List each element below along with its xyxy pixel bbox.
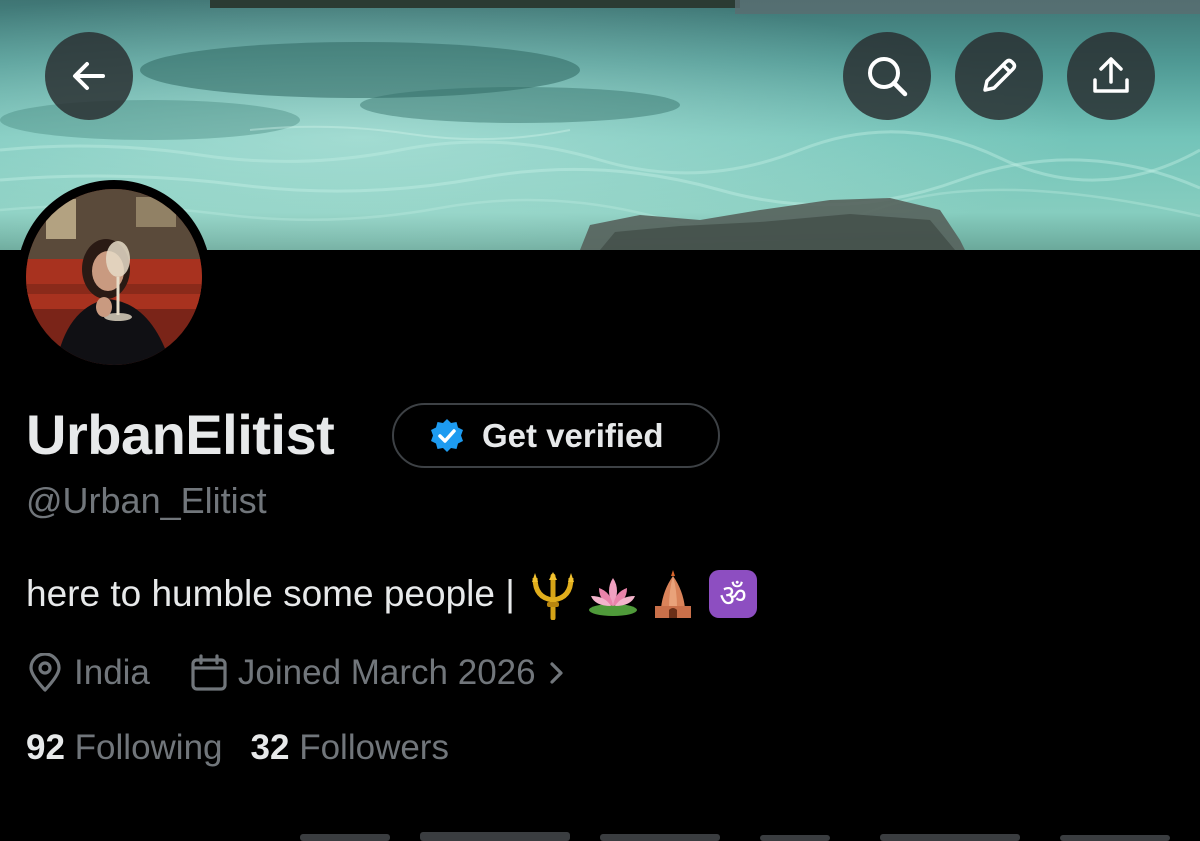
followers-link[interactable]: 32 Followers [251,728,449,768]
following-count: 92 [26,728,65,767]
chevron-right-icon [550,662,563,684]
followers-count: 32 [250,728,290,767]
follow-stats: 92 Following 32 Followers [26,728,449,768]
following-link[interactable]: 92 Following [26,728,223,768]
profile-page: UrbanElitist Get verified @Urban_Elitist… [0,0,1200,841]
edit-button[interactable] [955,32,1043,120]
bio-text: here to humble some people | [26,573,515,614]
location: India [26,653,150,693]
joined-date[interactable]: Joined March 2026 [190,653,568,693]
pencil-icon [983,58,1017,92]
search-button[interactable] [843,32,931,120]
cut-off-content [0,826,1200,841]
avatar[interactable] [17,180,211,374]
search-icon [868,57,908,97]
lotus-emoji-icon [588,578,637,616]
get-verified-button[interactable]: Get verified [392,403,720,468]
get-verified-label: Get verified [482,416,664,454]
joined-text: Joined March 2026 [237,653,536,692]
calendar-icon [191,654,227,691]
svg-text:ॐ: ॐ [719,579,746,614]
profile-meta: India Joined March 2026 [26,648,568,698]
share-button[interactable] [1067,32,1155,120]
hindu-temple-emoji-icon [654,570,691,618]
trident-emoji-icon [531,572,574,620]
share-upload-icon [1093,57,1129,93]
location-text: India [74,653,150,692]
user-handle: @Urban_Elitist [26,480,267,521]
display-name: UrbanElitist [26,403,335,466]
bio: here to humble some people | ॐ [26,568,759,620]
followers-label: Followers [299,728,449,767]
location-pin-icon [29,653,61,692]
back-button[interactable] [45,32,133,120]
arrow-left-icon [73,62,105,90]
verified-badge-icon [431,418,463,452]
following-label: Following [74,728,223,767]
om-emoji-icon: ॐ [708,570,757,618]
avatar-image [26,189,202,365]
